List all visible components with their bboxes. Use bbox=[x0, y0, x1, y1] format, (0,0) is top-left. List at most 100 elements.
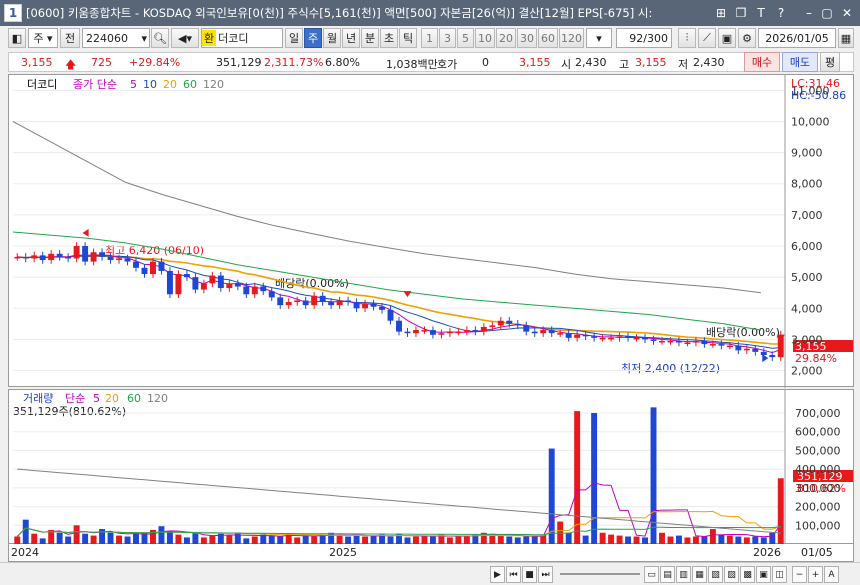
candle-body bbox=[506, 320, 513, 324]
view-3-icon[interactable]: ▥ bbox=[676, 566, 691, 583]
candle-body bbox=[302, 300, 309, 306]
chart-type-icon[interactable]: ⫶ bbox=[678, 28, 696, 48]
price-y-label: 3,000 bbox=[791, 333, 823, 346]
volume-chart[interactable]: 거래량 단순 5 20 60 120 351,129주(810.62%) 351… bbox=[9, 390, 855, 545]
candle-body bbox=[200, 283, 207, 290]
eval-button[interactable]: 평 bbox=[820, 52, 840, 72]
period-day[interactable]: 일 bbox=[285, 28, 303, 48]
indicator-icon[interactable]: ⟋ bbox=[698, 28, 716, 48]
candle-body bbox=[429, 330, 436, 335]
candle-body bbox=[421, 330, 428, 332]
volume-bar bbox=[701, 536, 708, 544]
hoga-label: 호가 bbox=[437, 58, 458, 71]
x-label-2026: 2026 bbox=[753, 546, 781, 559]
candle-body bbox=[14, 256, 21, 259]
font-size-icon[interactable]: T bbox=[752, 4, 770, 22]
price-legend-name: 더코디 bbox=[27, 78, 57, 91]
period-minute[interactable]: 분 bbox=[361, 28, 379, 48]
interval-1[interactable]: 1 bbox=[421, 28, 438, 48]
candle-body bbox=[107, 256, 114, 261]
count-input[interactable]: 92/300 bbox=[616, 28, 672, 48]
price-chart-pane[interactable]: 더코디 종가 단순 5 10 20 60 120 LC:31.46 HC:-50… bbox=[8, 74, 855, 388]
volume-bar bbox=[336, 535, 343, 544]
volume-bar bbox=[56, 532, 63, 544]
volume-chart-pane[interactable]: 거래량 단순 5 20 60 120 351,129주(810.62%) 351… bbox=[8, 389, 855, 545]
view-1-icon[interactable]: ▭ bbox=[644, 566, 659, 583]
scroll-right-icon[interactable]: ▶ bbox=[490, 566, 505, 583]
period-second[interactable]: 초 bbox=[380, 28, 398, 48]
volume-legend-ma120: 120 bbox=[147, 392, 168, 405]
zoom-in-icon[interactable]: + bbox=[808, 566, 823, 583]
zoom-out-icon[interactable]: − bbox=[792, 566, 807, 583]
interval-custom-input[interactable]: ▾ bbox=[586, 28, 612, 48]
candle-body bbox=[752, 348, 759, 352]
volume-bar bbox=[65, 536, 72, 544]
price-y-label: 5,000 bbox=[791, 271, 823, 284]
pin-icon[interactable]: ⊞ bbox=[712, 4, 730, 22]
date-input[interactable]: 2026/01/05 bbox=[758, 28, 836, 48]
interval-3[interactable]: 3 bbox=[439, 28, 456, 48]
interval-5[interactable]: 5 bbox=[457, 28, 474, 48]
volume-bar bbox=[455, 535, 462, 544]
period-month[interactable]: 월 bbox=[323, 28, 341, 48]
view-6-icon[interactable]: ▨ bbox=[724, 566, 739, 583]
settings-panel-icon[interactable]: ◧ bbox=[8, 28, 26, 48]
view-4-icon[interactable]: ▦ bbox=[692, 566, 707, 583]
candle-body bbox=[642, 337, 648, 340]
help-icon[interactable]: ? bbox=[772, 4, 790, 22]
view-5-icon[interactable]: ▧ bbox=[708, 566, 723, 583]
gear-icon[interactable]: ⚙ bbox=[738, 28, 756, 48]
market-select[interactable]: 주 ▾ bbox=[28, 28, 58, 48]
save-icon[interactable]: ▣ bbox=[718, 28, 736, 48]
period-week[interactable]: 주 bbox=[304, 28, 322, 48]
volume-y-label: 100,000 bbox=[795, 519, 841, 532]
scroll-first-icon[interactable]: ⏮ bbox=[506, 566, 521, 583]
maximize-icon[interactable]: ▢ bbox=[818, 4, 836, 22]
view-7-icon[interactable]: ▩ bbox=[740, 566, 755, 583]
auto-scale-icon[interactable]: A bbox=[824, 566, 839, 583]
hoga-price: 3,155 bbox=[519, 56, 551, 69]
period-tick[interactable]: 틱 bbox=[399, 28, 417, 48]
view-8-icon[interactable]: ▣ bbox=[756, 566, 771, 583]
volume-ratio: 2,311.73% bbox=[264, 56, 324, 69]
stock-code-input[interactable]: 224060 ▾ bbox=[82, 28, 150, 48]
stop-icon[interactable]: ■ bbox=[522, 566, 537, 583]
volume-bar bbox=[311, 536, 318, 544]
candle-body bbox=[438, 333, 445, 335]
volume-bar bbox=[616, 535, 623, 544]
interval-60[interactable]: 60 bbox=[538, 28, 558, 48]
interval-30[interactable]: 30 bbox=[517, 28, 537, 48]
restore-icon[interactable]: ❐ bbox=[732, 4, 750, 22]
candle-body bbox=[625, 336, 632, 338]
screen-number-badge[interactable]: 1 bbox=[4, 4, 22, 22]
zoom-slider[interactable] bbox=[560, 573, 640, 575]
stock-name-field[interactable]: 환 더코디 bbox=[201, 28, 283, 48]
scroll-last-icon[interactable]: ⏭ bbox=[538, 566, 553, 583]
buy-button[interactable]: 매수 bbox=[744, 52, 780, 72]
interval-120[interactable]: 120 bbox=[559, 28, 584, 48]
interval-20[interactable]: 20 bbox=[496, 28, 516, 48]
interval-10[interactable]: 10 bbox=[475, 28, 495, 48]
candle-body bbox=[650, 339, 657, 341]
speaker-icon[interactable]: ◀▾ bbox=[171, 28, 199, 48]
candle-body bbox=[446, 331, 453, 334]
view-9-icon[interactable]: ◫ bbox=[772, 566, 787, 583]
candle-body bbox=[39, 255, 46, 261]
sell-button[interactable]: 매도 bbox=[782, 52, 818, 72]
search-icon[interactable]: 🔍︎ bbox=[151, 28, 169, 48]
volume-bar bbox=[328, 532, 335, 544]
calendar-icon[interactable]: ▦ bbox=[838, 28, 854, 48]
volume-legend-ma5: 5 bbox=[93, 392, 100, 405]
candle-body bbox=[370, 303, 377, 307]
scope-button[interactable]: 전 bbox=[60, 28, 80, 48]
price-chart[interactable]: 더코디 종가 단순 5 10 20 60 120 LC:31.46 HC:-50… bbox=[9, 75, 855, 388]
vol-ma120-line bbox=[17, 468, 781, 534]
volume-bar bbox=[251, 536, 258, 544]
view-2-icon[interactable]: ▤ bbox=[660, 566, 675, 583]
candle-body bbox=[735, 345, 742, 351]
volume-y-label: 400,000 bbox=[795, 463, 841, 476]
volume-bar bbox=[73, 525, 80, 544]
period-year[interactable]: 년 bbox=[342, 28, 360, 48]
minimize-icon[interactable]: – bbox=[800, 4, 818, 22]
close-icon[interactable]: ✕ bbox=[838, 4, 856, 22]
